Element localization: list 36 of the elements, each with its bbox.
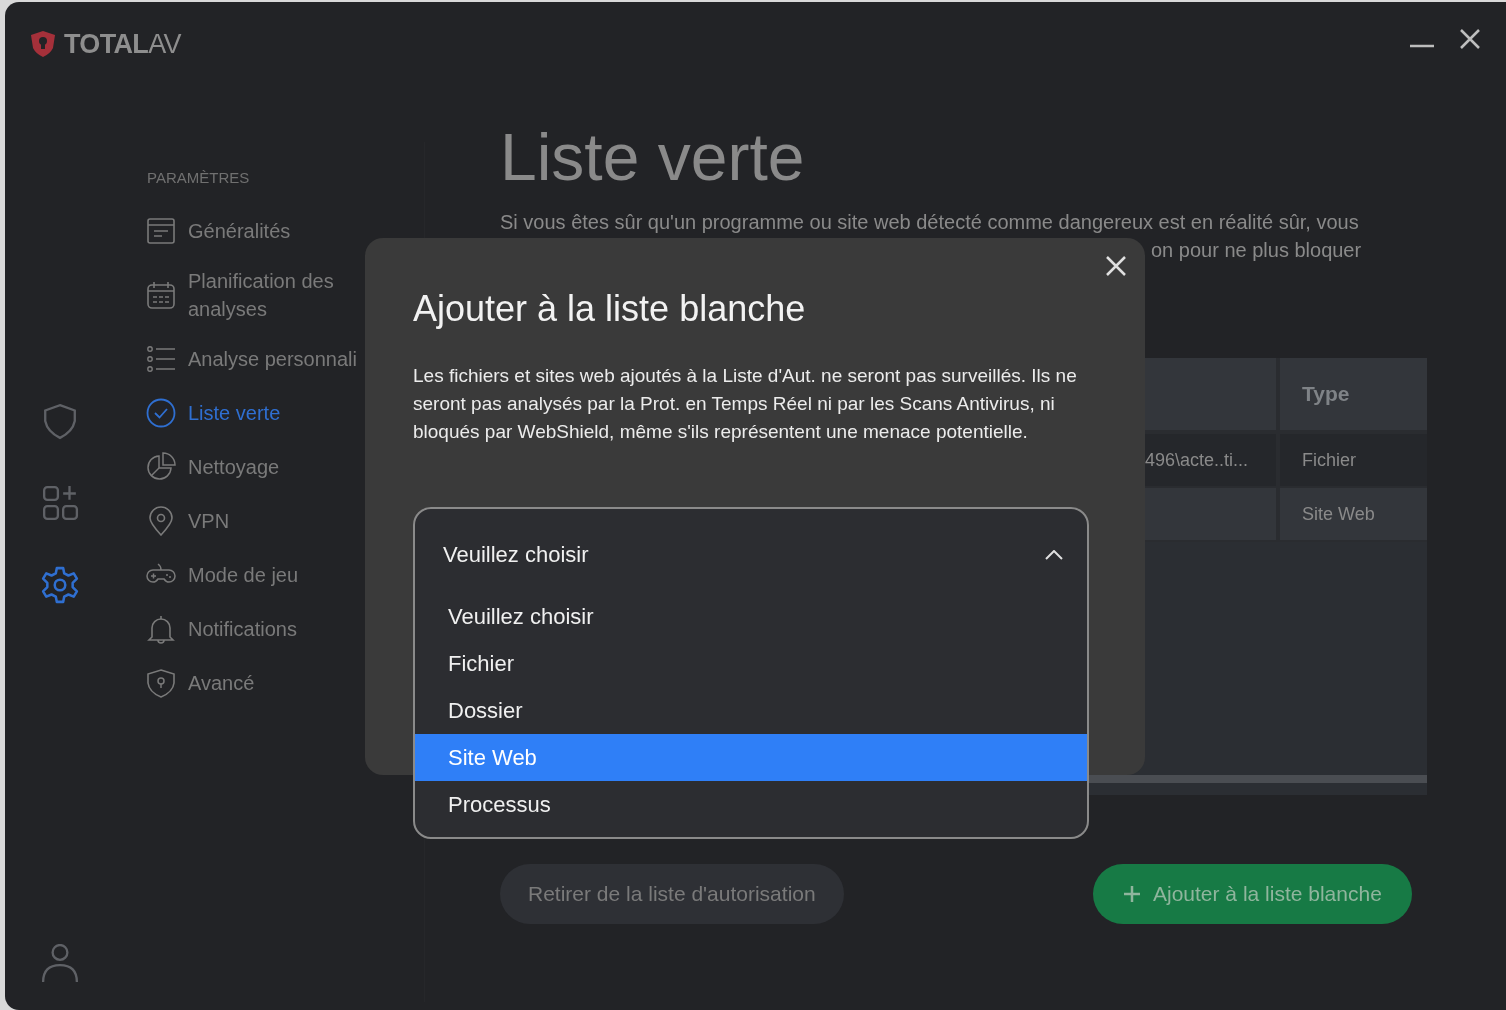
scrollbar[interactable] xyxy=(1088,775,1427,783)
remove-button[interactable]: Retirer de la liste d'autorisation xyxy=(500,864,844,924)
shield-icon[interactable] xyxy=(41,402,79,440)
window-icon xyxy=(146,215,176,246)
table-cell-text: Fichier xyxy=(1302,448,1356,472)
close-icon[interactable] xyxy=(1106,256,1126,276)
list-icon xyxy=(146,343,176,374)
location-pin-icon xyxy=(146,505,176,536)
user-icon[interactable] xyxy=(41,944,79,982)
app-logo: TOTALAV xyxy=(64,28,181,61)
sidebar-item[interactable]: Généralités xyxy=(115,203,424,258)
add-button[interactable]: Ajouter à la liste blanche xyxy=(1093,864,1412,924)
table-cell-text: 496\acte..ti... xyxy=(1145,448,1249,472)
plus-icon xyxy=(1123,885,1141,903)
dropdown-option[interactable]: Site Web xyxy=(415,734,1087,781)
table-cell-text: Site Web xyxy=(1302,502,1375,526)
dropdown-value: Veuillez choisir xyxy=(443,541,589,569)
close-icon[interactable] xyxy=(1460,29,1480,49)
dropdown-option[interactable]: Processus xyxy=(415,781,1087,828)
section-heading: PARAMÈTRES xyxy=(147,168,251,188)
column-header: Type xyxy=(1301,381,1350,408)
minimize-icon[interactable] xyxy=(1410,42,1434,50)
pie-chart-icon xyxy=(146,451,176,482)
apps-icon[interactable] xyxy=(41,484,79,522)
check-circle-icon xyxy=(146,397,176,428)
dialog-title: Ajouter à la liste blanche xyxy=(413,287,806,331)
page-title: Liste verte xyxy=(500,124,805,190)
type-dropdown[interactable]: Veuillez choisir Veuillez choisir Fichier Dossier Site Web Processus xyxy=(413,507,1089,839)
page-description: on pour ne plus bloquer xyxy=(1151,238,1362,263)
shield-icon xyxy=(146,667,176,698)
dialog-description: Les fichiers et sites web ajoutés à la Liste d'Aut. ne seront pas surveillés. Ils ne seront pas analysés par la Prot. en Temps Réel ni par les Scans Antivirus, ni bloqués par WebShield, même s'ils représentent une menace potentielle. xyxy=(413,364,1078,444)
settings-icon[interactable] xyxy=(41,566,79,604)
shield-logo-icon xyxy=(28,29,58,60)
bell-icon xyxy=(146,613,176,644)
calendar-icon xyxy=(146,279,176,310)
page-description: Si vous êtes sûr qu'un programme ou site web détecté comme dangereux est en réalité sûr, vous xyxy=(500,210,1359,235)
